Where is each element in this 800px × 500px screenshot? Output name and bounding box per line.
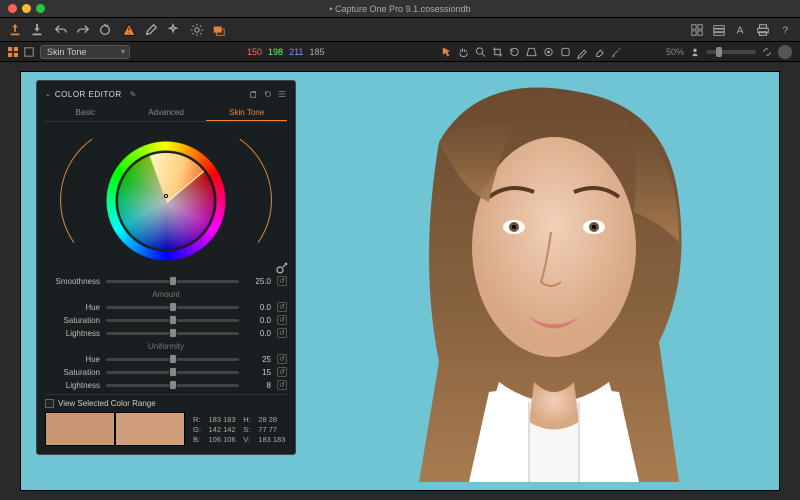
swatch-row: R:183 183H:28 28 G:142 142S:77 77 B:106 … — [45, 412, 287, 446]
tab-advanced[interactable]: Advanced — [126, 105, 207, 121]
rgb-readout: 150 198 211 185 — [247, 47, 324, 57]
exposure-person-icon — [690, 45, 700, 59]
close-window-button[interactable] — [8, 4, 17, 13]
view-range-checkbox[interactable] — [45, 399, 54, 408]
svg-text:A: A — [737, 24, 744, 36]
cursor-tool-dropdown[interactable]: Skin Tone — [40, 45, 130, 59]
amount-label: Amount — [45, 290, 287, 299]
collapse-icon[interactable]: ⌄ — [45, 90, 51, 98]
help-icon[interactable]: ? — [778, 23, 792, 37]
spot-icon[interactable] — [543, 45, 554, 59]
reset-button[interactable]: ↺ — [277, 276, 287, 286]
svg-text:?: ? — [782, 24, 788, 36]
cycle-icon[interactable] — [762, 45, 772, 59]
gear-icon[interactable] — [190, 23, 204, 37]
grid-icon[interactable] — [8, 47, 18, 57]
overlay-icon[interactable] — [212, 23, 226, 37]
reset-button[interactable]: ↺ — [277, 367, 287, 377]
keystone-icon[interactable] — [526, 45, 537, 59]
cursor-icon[interactable] — [441, 45, 452, 59]
uniformity-label: Uniformity — [45, 342, 287, 351]
selection-wedge[interactable] — [118, 153, 214, 249]
hand-icon[interactable] — [458, 45, 469, 59]
panel-title: COLOR EDITOR — [55, 90, 122, 99]
filmstrip-icon[interactable] — [712, 23, 726, 37]
exposure-sim-slider[interactable] — [706, 50, 756, 54]
title-bar: • Capture One Pro 9.1.cosessiondb — [0, 0, 800, 18]
crop-icon[interactable] — [492, 45, 503, 59]
secondary-toolbar: Skin Tone 150 198 211 185 50% — [0, 42, 800, 62]
pin-icon[interactable]: ✎ — [130, 90, 137, 99]
window-controls — [8, 4, 45, 13]
view-range-checkbox-row: View Selected Color Range — [45, 399, 287, 408]
annotate-icon[interactable]: A — [734, 23, 748, 37]
reset-button[interactable]: ↺ — [277, 302, 287, 312]
reset-button[interactable]: ↺ — [277, 354, 287, 364]
tab-skintone[interactable]: Skin Tone — [206, 105, 287, 121]
viewer: ⌄ COLOR EDITOR ✎ Basic Advanced Skin Ton… — [0, 62, 800, 500]
eraser-icon[interactable] — [594, 45, 605, 59]
redo-icon[interactable] — [76, 23, 90, 37]
uniformity-hue-slider: Hue25↺ — [45, 354, 287, 364]
view-range-label: View Selected Color Range — [58, 399, 156, 408]
reset-button[interactable]: ↺ — [277, 380, 287, 390]
main-toolbar: A ? — [0, 18, 800, 42]
panel-reset-icon[interactable] — [263, 87, 273, 101]
reset-button[interactable]: ↺ — [277, 328, 287, 338]
panel-copy-icon[interactable] — [249, 87, 259, 101]
rotate-icon[interactable] — [509, 45, 520, 59]
reset-button[interactable]: ↺ — [277, 315, 287, 325]
whitebalance-picker-icon[interactable] — [611, 45, 622, 59]
zoom-level[interactable]: 50% — [666, 47, 684, 57]
import-icon[interactable] — [8, 23, 22, 37]
color-wheel[interactable] — [45, 128, 287, 273]
portrait-image — [379, 82, 719, 482]
image-canvas[interactable]: ⌄ COLOR EDITOR ✎ Basic Advanced Skin Ton… — [20, 71, 780, 491]
panel-menu-icon[interactable] — [277, 87, 287, 101]
grid-view-icon[interactable] — [690, 23, 704, 37]
uniformity-saturation-slider: Saturation15↺ — [45, 367, 287, 377]
auto-icon[interactable] — [166, 23, 180, 37]
swatch-after[interactable] — [115, 412, 185, 446]
color-readout: R:183 183H:28 28 G:142 142S:77 77 B:106 … — [185, 412, 287, 446]
edit-icon[interactable] — [144, 23, 158, 37]
warning-icon[interactable] — [122, 23, 136, 37]
user-avatar[interactable] — [778, 45, 792, 59]
reset-icon[interactable] — [98, 23, 112, 37]
mask-icon[interactable] — [560, 45, 571, 59]
brush-icon[interactable] — [577, 45, 588, 59]
smoothness-slider: Smoothness 25.0 ↺ — [45, 276, 287, 286]
amount-hue-slider: Hue0.0↺ — [45, 302, 287, 312]
color-editor-panel: ⌄ COLOR EDITOR ✎ Basic Advanced Skin Ton… — [36, 80, 296, 455]
tab-basic[interactable]: Basic — [45, 105, 126, 121]
minimize-window-button[interactable] — [22, 4, 31, 13]
zoom-icon[interactable] — [475, 45, 486, 59]
zoom-window-button[interactable] — [36, 4, 45, 13]
picker-dot[interactable] — [164, 194, 168, 198]
print-icon[interactable] — [756, 23, 770, 37]
undo-icon[interactable] — [54, 23, 68, 37]
eyedropper-icon[interactable] — [275, 261, 289, 275]
amount-saturation-slider: Saturation0.0↺ — [45, 315, 287, 325]
panel-tabs: Basic Advanced Skin Tone — [45, 105, 287, 122]
swatch-before[interactable] — [45, 412, 115, 446]
export-icon[interactable] — [30, 23, 44, 37]
uniformity-lightness-slider: Lightness8↺ — [45, 380, 287, 390]
window-title: • Capture One Pro 9.1.cosessiondb — [0, 4, 800, 14]
amount-lightness-slider: Lightness0.0↺ — [45, 328, 287, 338]
single-view-icon[interactable] — [24, 47, 34, 57]
